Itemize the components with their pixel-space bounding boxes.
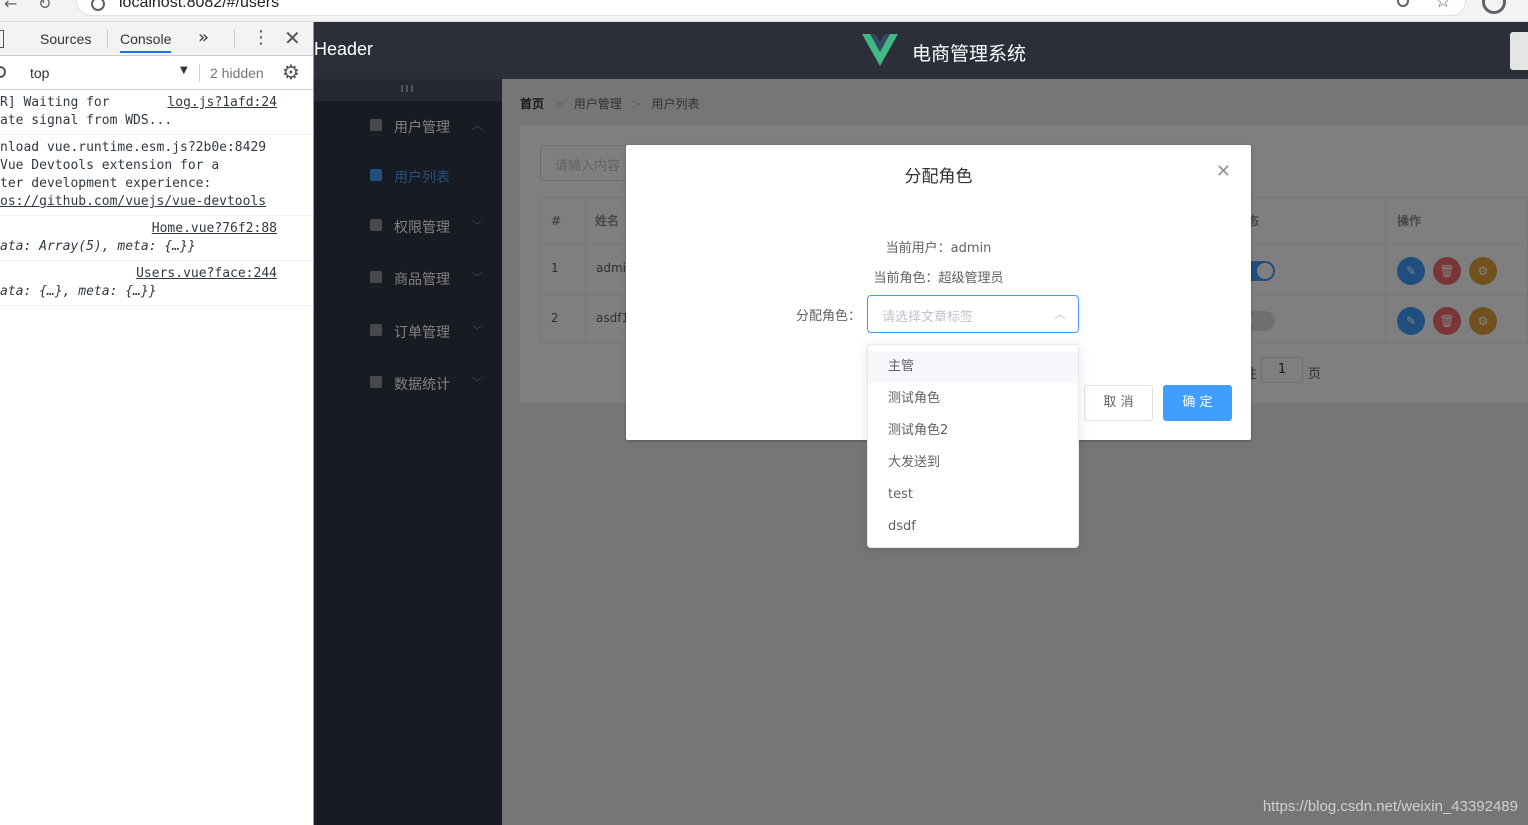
zoom-icon[interactable]: [1397, 0, 1409, 7]
console-toolbar: top ▼ 2 hidden ⚙: [0, 56, 313, 90]
toolbar-divider: [199, 64, 200, 82]
devtools-panel: Sources Console » ⋮ ✕ top ▼ 2 hidden ⚙ R…: [0, 22, 314, 825]
more-tabs-icon[interactable]: »: [198, 27, 209, 48]
dropdown-option[interactable]: 测试角色2: [868, 415, 1078, 447]
context-selector[interactable]: top: [30, 65, 49, 81]
console-message: nload vue.runtime.esm.js?2b0e:8429 Vue D…: [0, 135, 313, 216]
log-line: ter development experience:: [0, 176, 212, 191]
tab-sources[interactable]: Sources: [40, 31, 91, 47]
current-role-text: 当前角色：超级管理员: [873, 271, 1004, 286]
log-source-link[interactable]: Home.vue?76f2:88: [152, 220, 277, 238]
reload-icon[interactable]: ↻: [38, 0, 51, 13]
logout-button[interactable]: [1510, 32, 1528, 70]
url-text: localhost:8082/#/users: [119, 0, 280, 11]
site-info-icon[interactable]: [91, 0, 105, 11]
app-header: Header 电商管理系统: [314, 22, 1528, 79]
log-source-link[interactable]: Users.vue?face:244: [136, 265, 277, 283]
chevron-up-icon: ︿: [1053, 307, 1066, 321]
tab-console[interactable]: Console: [120, 31, 172, 53]
dropdown-option[interactable]: test: [868, 479, 1078, 511]
dropdown-option[interactable]: 测试角色: [868, 383, 1078, 415]
bookmark-star-icon[interactable]: ☆: [1435, 0, 1451, 12]
current-user-text: 当前用户：admin: [885, 241, 992, 256]
back-icon[interactable]: ←: [4, 0, 17, 13]
vue-logo-icon: [862, 34, 898, 66]
select-placeholder: 请选择文章标签: [882, 310, 974, 325]
dropdown-option[interactable]: 主管: [868, 351, 1078, 383]
console-message: ata: {…}, meta: {…}} Users.vue?face:244: [0, 261, 313, 306]
console-message: ata: Array(5), meta: {…}} Home.vue?76f2:…: [0, 216, 313, 261]
assign-role-label: 分配角色：: [796, 309, 862, 324]
hidden-count[interactable]: 2 hidden: [210, 65, 264, 81]
cancel-button[interactable]: 取 消: [1084, 385, 1153, 421]
address-bar[interactable]: localhost:8082/#/users ☆: [76, 0, 1466, 16]
close-icon[interactable]: ✕: [1216, 161, 1231, 182]
role-dropdown: 主管 测试角色 测试角色2 大发送到 test dsdf: [867, 344, 1079, 548]
gear-icon[interactable]: ⚙: [282, 60, 300, 84]
devtools-tabbar: Sources Console » ⋮ ✕: [0, 22, 313, 56]
close-icon[interactable]: ✕: [284, 26, 301, 50]
log-line: nload vue.runtime.esm.js?2b0e:8429: [0, 140, 267, 155]
log-source-link[interactable]: log.js?1afd:24: [167, 94, 277, 112]
watermark-text: https://blog.csdn.net/weixin_43392489: [1262, 798, 1518, 815]
clear-console-icon[interactable]: [0, 66, 6, 78]
role-select[interactable]: 请选择文章标签 ︿: [867, 295, 1079, 333]
log-link[interactable]: os://github.com/vuejs/vue-devtools: [0, 193, 313, 211]
dock-panel-icon[interactable]: [0, 30, 4, 48]
log-line: ata: Array(5), meta: {…}}: [0, 239, 196, 254]
kebab-menu-icon[interactable]: ⋮: [252, 27, 270, 48]
console-message: R] Waiting for ate signal from WDS... lo…: [0, 90, 313, 135]
tab-divider: [107, 30, 108, 48]
caret-down-icon[interactable]: ▼: [180, 65, 188, 76]
confirm-button[interactable]: 确 定: [1163, 385, 1232, 421]
header-label: Header: [314, 39, 374, 59]
account-icon[interactable]: [1482, 0, 1506, 14]
dialog-title: 分配角色: [904, 167, 973, 187]
system-title: 电商管理系统: [912, 43, 1027, 65]
dropdown-option[interactable]: dsdf: [868, 511, 1078, 543]
log-line: ate signal from WDS...: [0, 113, 173, 128]
dropdown-option[interactable]: 大发送到: [868, 447, 1078, 479]
log-line: Vue Devtools extension for a: [0, 158, 220, 173]
log-line: ata: {…}, meta: {…}}: [0, 284, 157, 299]
tab-divider: [234, 30, 235, 48]
browser-toolbar: ← ↻ localhost:8082/#/users ☆: [0, 0, 1528, 22]
